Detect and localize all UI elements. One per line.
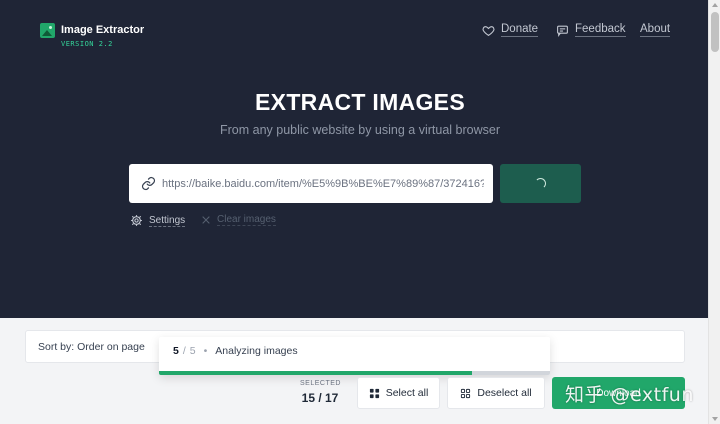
progress-bar xyxy=(159,371,550,375)
settings-link[interactable]: Settings xyxy=(130,214,186,227)
page-subtitle: From any public website by using a virtu… xyxy=(220,123,500,137)
deselect-all-button[interactable]: Deselect all xyxy=(447,377,545,409)
progress-bar-fill xyxy=(159,371,472,375)
grid-icon xyxy=(369,388,379,398)
close-icon xyxy=(202,216,210,224)
url-box xyxy=(129,164,493,203)
extract-button[interactable] xyxy=(500,164,581,203)
link-icon xyxy=(141,176,156,191)
watermark: 知乎 @extfun xyxy=(565,384,694,406)
page-title: EXTRACT IMAGES xyxy=(255,89,465,115)
scroll-thumb[interactable] xyxy=(711,12,719,52)
progress-current: 5 xyxy=(173,345,179,357)
selected-label: SELECTED xyxy=(300,380,341,387)
gear-icon xyxy=(131,215,142,226)
hero-section: Image Extractor VERSION 2.2 Donate Feedb… xyxy=(0,0,708,318)
select-all-label: Select all xyxy=(385,387,429,399)
clear-images-link[interactable]: Clear images xyxy=(201,214,276,226)
clear-images-label: Clear images xyxy=(217,214,276,226)
loading-spinner-icon xyxy=(535,178,546,189)
nav-donate-label: Donate xyxy=(501,23,539,37)
app-version: VERSION 2.2 xyxy=(61,40,113,48)
message-icon xyxy=(557,25,568,37)
nav-feedback-label: Feedback xyxy=(575,23,626,37)
progress-dot: • xyxy=(203,345,208,357)
nav-about-label: About xyxy=(640,23,671,37)
nav-feedback[interactable]: Feedback xyxy=(556,23,626,37)
grid-outline-icon xyxy=(461,388,471,398)
scroll-up-icon[interactable] xyxy=(712,3,718,7)
nav-donate[interactable]: Donate xyxy=(482,23,539,37)
sort-label: Sort by: Order on page xyxy=(38,341,145,353)
settings-label: Settings xyxy=(149,214,186,227)
app-logo-icon xyxy=(40,23,55,38)
select-all-button[interactable]: Select all xyxy=(357,377,440,409)
progress-separator: / xyxy=(182,345,186,357)
progress-toast: 5 / 5 • Analyzing images xyxy=(159,337,550,375)
url-input[interactable] xyxy=(162,164,484,203)
selected-count: 15 / 17 xyxy=(301,391,339,405)
progress-status: Analyzing images xyxy=(215,345,298,357)
progress-text: 5 / 5 • Analyzing images xyxy=(173,345,298,357)
nav-about[interactable]: About xyxy=(640,23,671,37)
heart-icon xyxy=(482,25,495,36)
app-name: Image Extractor xyxy=(61,24,145,36)
deselect-all-label: Deselect all xyxy=(477,387,532,399)
scroll-down-icon[interactable] xyxy=(712,417,718,421)
progress-total: 5 xyxy=(189,345,196,357)
scrollbar[interactable] xyxy=(708,0,720,424)
